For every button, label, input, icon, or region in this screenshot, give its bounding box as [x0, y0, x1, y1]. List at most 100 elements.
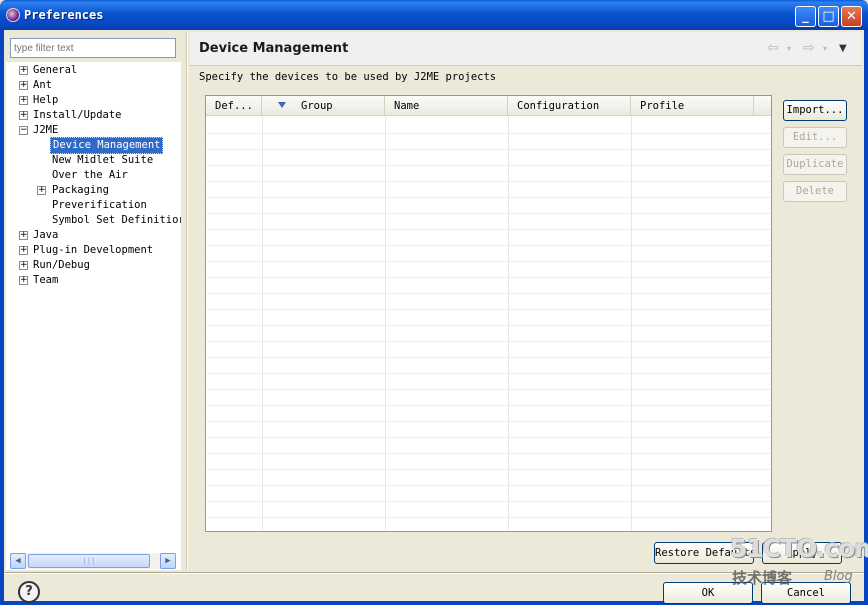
- grid-row-line: [206, 421, 771, 422]
- maximize-button[interactable]: □: [818, 6, 839, 27]
- expand-icon[interactable]: +: [19, 81, 28, 90]
- tree-item-label: Run/Debug: [33, 259, 90, 271]
- collapse-icon[interactable]: −: [19, 126, 28, 135]
- column-header-name[interactable]: Name: [385, 96, 508, 116]
- tree-item-label: Team: [33, 274, 59, 286]
- column-label: Configuration: [517, 100, 600, 112]
- scroll-thumb[interactable]: |||: [28, 554, 150, 568]
- grid-row-line: [206, 181, 771, 182]
- grid-row-line: [206, 213, 771, 214]
- view-menu-icon[interactable]: ▼: [839, 43, 847, 54]
- tree-item-label: Plug-in Development: [33, 244, 154, 256]
- panel-sash[interactable]: [186, 32, 188, 570]
- grid-row-line: [206, 197, 771, 198]
- device-table[interactable]: Def... Group Name Configuration Profile: [205, 95, 772, 532]
- tree-item-label: Install/Update: [33, 109, 122, 121]
- title-bar: Preferences _ □ ✕: [0, 0, 868, 30]
- tree-item-label: General: [33, 64, 78, 76]
- back-dropdown-icon[interactable]: ▾: [787, 44, 791, 53]
- grid-row-line: [206, 437, 771, 438]
- tree-item-symbol-set-definitions[interactable]: Symbol Set Definitior: [6, 213, 181, 228]
- tree-item-label: Preverification: [52, 199, 147, 211]
- column-header-profile[interactable]: Profile: [631, 96, 754, 116]
- window-icon: [6, 8, 20, 22]
- left-arrow-icon: ◀: [15, 556, 21, 566]
- grid-row-line: [206, 309, 771, 310]
- grid-column-line: [262, 116, 263, 531]
- tree-item-label: Device Management: [50, 137, 164, 154]
- column-header-configuration[interactable]: Configuration: [508, 96, 631, 116]
- minimize-button[interactable]: _: [795, 6, 816, 27]
- grid-row-line: [206, 485, 771, 486]
- table-header: Def... Group Name Configuration Profile: [206, 96, 771, 116]
- close-icon: ✕: [846, 9, 857, 24]
- column-header-default[interactable]: Def...: [206, 96, 262, 116]
- expand-icon[interactable]: +: [19, 231, 28, 240]
- preference-tree: + General + Ant + Help + Install/Update …: [6, 62, 181, 570]
- tree-item-label: Help: [33, 94, 59, 106]
- grid-row-line: [206, 453, 771, 454]
- window-title: Preferences: [24, 8, 104, 22]
- grid-row-line: [206, 261, 771, 262]
- grid-row-line: [206, 165, 771, 166]
- tree-item-label: New Midlet Suite: [52, 154, 154, 166]
- expand-icon[interactable]: +: [19, 66, 28, 75]
- grid-row-line: [206, 293, 771, 294]
- duplicate-button[interactable]: Duplicate: [783, 154, 847, 175]
- grid-row-line: [206, 373, 771, 374]
- watermark-text: 技术博客: [732, 569, 793, 587]
- grid-row-line: [206, 133, 771, 134]
- expand-icon[interactable]: +: [19, 276, 28, 285]
- tree-item-label: Packaging: [52, 184, 109, 196]
- grid-column-line: [385, 116, 386, 531]
- column-label: Def...: [215, 100, 253, 112]
- watermark-blog: Blog: [824, 569, 853, 584]
- grid-row-line: [206, 229, 771, 230]
- grid-column-line: [508, 116, 509, 531]
- page-header: Device Management ⇦ ▾ ⇨ ▾ ▼: [190, 32, 862, 66]
- tree-item-label: Symbol Set Definitior: [52, 214, 181, 226]
- grid-row-line: [206, 469, 771, 470]
- forward-dropdown-icon[interactable]: ▾: [823, 44, 827, 53]
- help-icon[interactable]: ?: [18, 581, 40, 603]
- tree-horizontal-scrollbar[interactable]: ◀ ||| ▶: [10, 553, 176, 569]
- expand-icon[interactable]: +: [19, 96, 28, 105]
- delete-button[interactable]: Delete: [783, 181, 847, 202]
- right-arrow-icon: ▶: [165, 556, 171, 566]
- grid-row-line: [206, 245, 771, 246]
- page-title: Device Management: [199, 41, 349, 56]
- grid-row-line: [206, 149, 771, 150]
- grid-row-line: [206, 325, 771, 326]
- expand-icon[interactable]: +: [19, 246, 28, 255]
- scroll-right-button[interactable]: ▶: [160, 553, 176, 569]
- column-label: Profile: [640, 100, 685, 112]
- column-label: Name: [394, 100, 420, 112]
- import-button[interactable]: Import...: [783, 100, 847, 121]
- back-arrow-icon[interactable]: ⇦: [767, 40, 779, 56]
- minimize-icon: _: [802, 9, 809, 24]
- expand-icon[interactable]: +: [19, 261, 28, 270]
- grid-row-line: [206, 501, 771, 502]
- grid-row-line: [206, 277, 771, 278]
- tree-item-label: Ant: [33, 79, 52, 91]
- tree-item-label: J2ME: [33, 124, 59, 136]
- grip-icon: |||: [82, 557, 96, 565]
- close-button[interactable]: ✕: [841, 6, 862, 27]
- grid-row-line: [206, 357, 771, 358]
- expand-icon[interactable]: +: [37, 186, 46, 195]
- forward-arrow-icon[interactable]: ⇨: [803, 40, 815, 56]
- column-label: Group: [301, 100, 333, 112]
- grid-row-line: [206, 341, 771, 342]
- expand-icon[interactable]: +: [19, 111, 28, 120]
- page-description: Specify the devices to be used by J2ME p…: [199, 71, 497, 83]
- maximize-icon: □: [822, 9, 835, 24]
- grid-column-line: [631, 116, 632, 531]
- watermark-logo: 51CTO.com: [730, 534, 868, 563]
- sort-indicator-icon: [278, 102, 286, 108]
- grid-row-line: [206, 389, 771, 390]
- filter-input[interactable]: [10, 38, 176, 58]
- edit-button[interactable]: Edit...: [783, 127, 847, 148]
- tree-item-label: Java: [33, 229, 59, 241]
- grid-row-line: [206, 517, 771, 518]
- scroll-left-button[interactable]: ◀: [10, 553, 26, 569]
